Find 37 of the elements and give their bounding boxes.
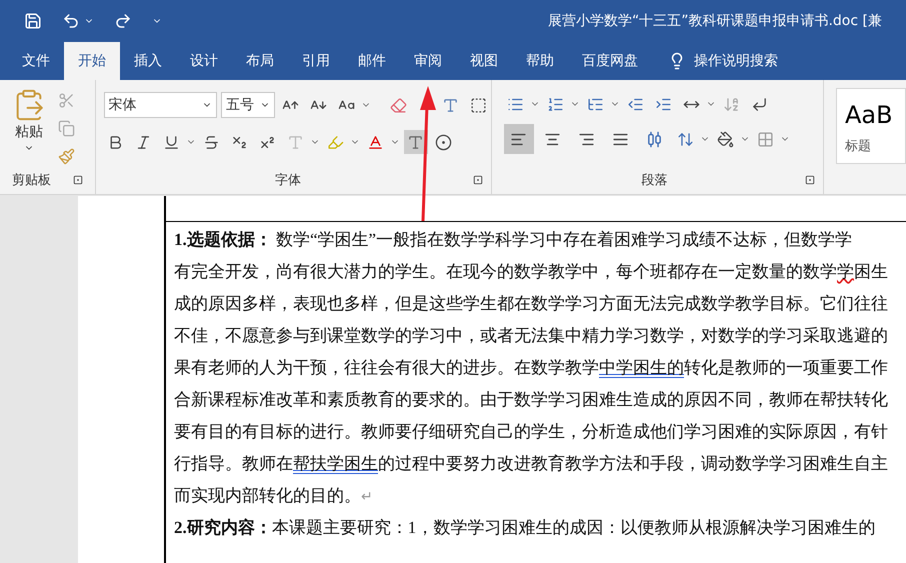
undo-icon[interactable] <box>62 12 80 30</box>
font-name-field[interactable]: 宋体 <box>104 92 217 118</box>
ribbon-tab[interactable]: 帮助 <box>512 42 568 80</box>
document-text-line: 不佳，不愿意参与到课堂数学的学习中，或者无法集中精力学习数学，对数学的学习采取逃避的 <box>174 325 889 347</box>
dialog-launcher-icon[interactable] <box>72 175 83 186</box>
ribbon-tab[interactable]: 开始 <box>64 42 120 80</box>
font-size-field[interactable]: 五号 <box>220 92 275 118</box>
group-label: 剪贴板 <box>12 172 51 190</box>
ribbon-tab[interactable]: 文件 <box>8 42 64 80</box>
redo-icon[interactable] <box>114 12 132 30</box>
document-text-line: 有完全开发，尚有很大潜力的学生。在现今的数学教学中，每个班都存在一定数量的数学学困生 <box>174 261 889 283</box>
paste-button[interactable]: 粘贴 <box>12 88 46 170</box>
document-text-line: 成的原因多样，表现也多样，但是这些学生都在数学学习方面无法完成数学教学目标。它们往往 <box>174 293 889 315</box>
ribbon-tab[interactable]: 百度网盘 <box>568 42 652 80</box>
document-text-line: 要有目的有目标的进行。教师要仔细研究自己的学生，分析造成他们学习困难的实际原因，有针 <box>174 421 889 443</box>
ribbon-tab[interactable]: 插入 <box>120 42 176 80</box>
group-label: 段落 <box>641 172 668 190</box>
tell-me-search[interactable]: 操作说明搜索 <box>694 50 778 72</box>
ribbon-tab[interactable]: 布局 <box>232 42 288 80</box>
dialog-launcher-icon[interactable] <box>805 175 815 186</box>
ribbon-tab[interactable]: 邮件 <box>344 42 400 80</box>
save-icon[interactable] <box>24 12 42 30</box>
ribbon-tab[interactable]: 视图 <box>456 42 512 80</box>
document-text-line: 合新课程标准改革和素质教育的要求的。由于数学学习困难生造成的原因不同，教师在帮扶转化 <box>174 389 889 411</box>
group-label: 字体 <box>275 172 302 190</box>
align-button[interactable] <box>504 124 534 154</box>
ribbon-tab[interactable]: 设计 <box>176 42 232 80</box>
style-preview[interactable]: AaB 标题 <box>836 88 906 164</box>
document-text-line: 2.研究内容：本课题主要研究：1，数学学习困难生的成因：以便教师从根源解决学习困难生的 <box>174 517 876 539</box>
dialog-launcher-icon[interactable] <box>472 175 483 186</box>
ribbon-tab[interactable]: 引用 <box>288 42 344 80</box>
document-text-line: 果有老师的人为干预，往往会有很大的进步。在数学教学中学困生的转化是教师的一项重要工作 <box>174 357 889 379</box>
ribbon-tab[interactable]: 审阅 <box>400 42 456 80</box>
document-text-line: 1.选题依据： 数学“学困生”一般指在数学学科学习中存在着困难学习成绩不达标，但数学学 <box>174 229 854 251</box>
window-title: 展营小学数学“十三五”教科研课题申报申请书.doc [兼 <box>548 12 882 30</box>
document-text-line: 行指导。教师在帮扶学困生的过程中要努力改进教育教学方法和手段，调动数学学习困难生自主 <box>174 453 889 475</box>
document-text-line: 而实现内部转化的目的。↵ <box>174 485 374 507</box>
